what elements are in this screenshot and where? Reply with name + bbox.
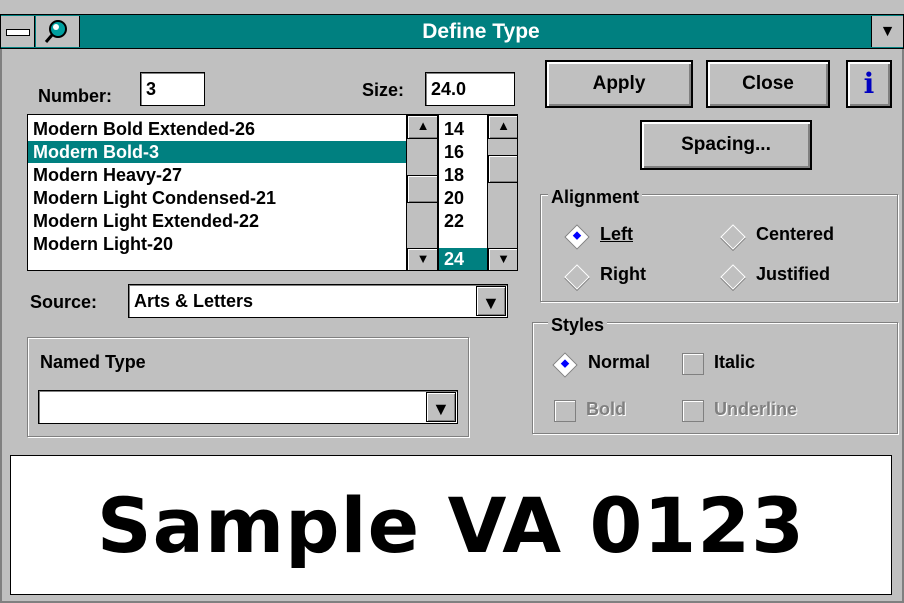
magnifier-icon <box>44 20 67 43</box>
number-input[interactable]: 3 <box>140 72 205 106</box>
font-list-scrollbar[interactable]: ▲ ▼ <box>406 115 437 270</box>
checkbox-icon <box>682 400 704 422</box>
scroll-thumb[interactable] <box>488 155 517 183</box>
info-button[interactable]: i <box>846 60 892 108</box>
source-value: Arts & Letters <box>134 291 254 311</box>
font-list-item[interactable]: Modern Bold Extended-26 <box>28 118 437 140</box>
size-list-item[interactable]: 20 <box>439 187 487 209</box>
named-type-combo[interactable]: ▼ <box>38 390 458 424</box>
checkbox-icon <box>554 400 576 422</box>
app-icon-button[interactable] <box>36 16 80 47</box>
down-arrow-icon: ▼ <box>416 251 430 266</box>
down-arrow-underline-icon: ▼ <box>482 293 500 313</box>
radio-unselected-icon <box>564 264 590 290</box>
down-arrow-underline-icon: ▼ <box>432 399 450 419</box>
system-menu-button[interactable] <box>1 16 35 47</box>
sample-preview: Sample VA 0123 <box>10 455 892 595</box>
radio-centered[interactable]: Centered <box>720 222 880 250</box>
title-bar[interactable]: Define Type ▼ <box>0 14 904 49</box>
radio-unselected-icon <box>720 224 746 250</box>
named-type-label: Named Type <box>40 352 146 372</box>
scroll-down-button[interactable]: ▼ <box>488 248 517 270</box>
radio-left[interactable]: Left <box>564 222 684 250</box>
font-list-item-selected[interactable]: Modern Bold-3 <box>28 141 406 163</box>
info-icon: i <box>863 67 875 100</box>
close-button[interactable]: Close <box>706 60 830 108</box>
scroll-up-button[interactable]: ▲ <box>407 115 437 139</box>
size-list-item[interactable]: 22 <box>439 210 487 232</box>
source-combo[interactable]: Arts & Letters ▼ <box>128 284 508 318</box>
source-combo-button[interactable]: ▼ <box>476 286 506 316</box>
radio-right[interactable]: Right <box>564 262 684 290</box>
checkbox-italic-label: Italic <box>714 352 756 372</box>
alignment-label: Alignment <box>548 186 642 208</box>
radio-justified-label: Justified <box>756 264 831 284</box>
checkbox-bold[interactable]: Bold <box>552 398 672 426</box>
down-arrow-icon: ▼ <box>497 251 510 266</box>
triangle-down-icon: ▼ <box>879 23 896 40</box>
sample-text: Sample VA 0123 <box>96 481 806 570</box>
font-list-item[interactable]: Modern Light Extended-22 <box>28 210 437 232</box>
window-title: Define Type <box>422 20 540 43</box>
radio-selected-icon <box>552 352 578 378</box>
font-list-item[interactable]: Modern Light-20 <box>28 233 437 255</box>
radio-centered-label: Centered <box>756 224 835 244</box>
size-input[interactable]: 24.0 <box>425 72 515 106</box>
radio-selected-icon <box>564 224 590 250</box>
minus-bar-icon <box>6 29 30 36</box>
font-listbox[interactable]: Modern Bold Extended-26 Modern Bold-3 Mo… <box>27 114 438 271</box>
size-value: 24.0 <box>431 79 467 99</box>
radio-left-label: Left <box>600 224 633 244</box>
window-dropdown-button[interactable]: ▼ <box>871 16 903 47</box>
number-value: 3 <box>146 79 157 99</box>
radio-justified[interactable]: Justified <box>720 262 880 290</box>
font-list-item[interactable]: Modern Heavy-27 <box>28 164 437 186</box>
scroll-down-button[interactable]: ▼ <box>407 248 437 270</box>
up-arrow-icon: ▲ <box>416 118 430 133</box>
radio-normal[interactable]: Normal <box>552 350 672 378</box>
size-list-item-selected[interactable]: 24 <box>439 248 487 270</box>
size-list-scrollbar[interactable]: ▲ ▼ <box>487 115 517 270</box>
checkbox-italic[interactable]: Italic <box>680 350 800 378</box>
number-label: Number: <box>38 86 113 106</box>
scroll-thumb[interactable] <box>407 175 437 203</box>
checkbox-underline-label: Underline <box>714 399 798 419</box>
size-list-item[interactable]: 16 <box>439 141 487 163</box>
size-list-item[interactable]: 18 <box>439 164 487 186</box>
radio-normal-label: Normal <box>588 352 651 372</box>
named-type-combo-button[interactable]: ▼ <box>426 392 456 422</box>
up-arrow-icon: ▲ <box>497 118 510 133</box>
checkbox-bold-label: Bold <box>586 399 626 419</box>
size-label: Size: <box>362 80 405 100</box>
size-list-item[interactable]: 14 <box>439 118 487 140</box>
scroll-up-button[interactable]: ▲ <box>488 115 517 139</box>
spacing-button[interactable]: Spacing... <box>640 120 812 170</box>
apply-button[interactable]: Apply <box>545 60 693 108</box>
radio-unselected-icon <box>720 264 746 290</box>
radio-right-label: Right <box>600 264 646 284</box>
source-label: Source: <box>30 292 98 312</box>
checkbox-underline[interactable]: Underline <box>680 398 840 426</box>
styles-label: Styles <box>548 314 608 336</box>
font-list-item[interactable]: Modern Light Condensed-21 <box>28 187 437 209</box>
size-listbox[interactable]: 14 16 18 20 22 24 ▲ ▼ <box>438 114 518 271</box>
checkbox-icon <box>682 353 704 375</box>
